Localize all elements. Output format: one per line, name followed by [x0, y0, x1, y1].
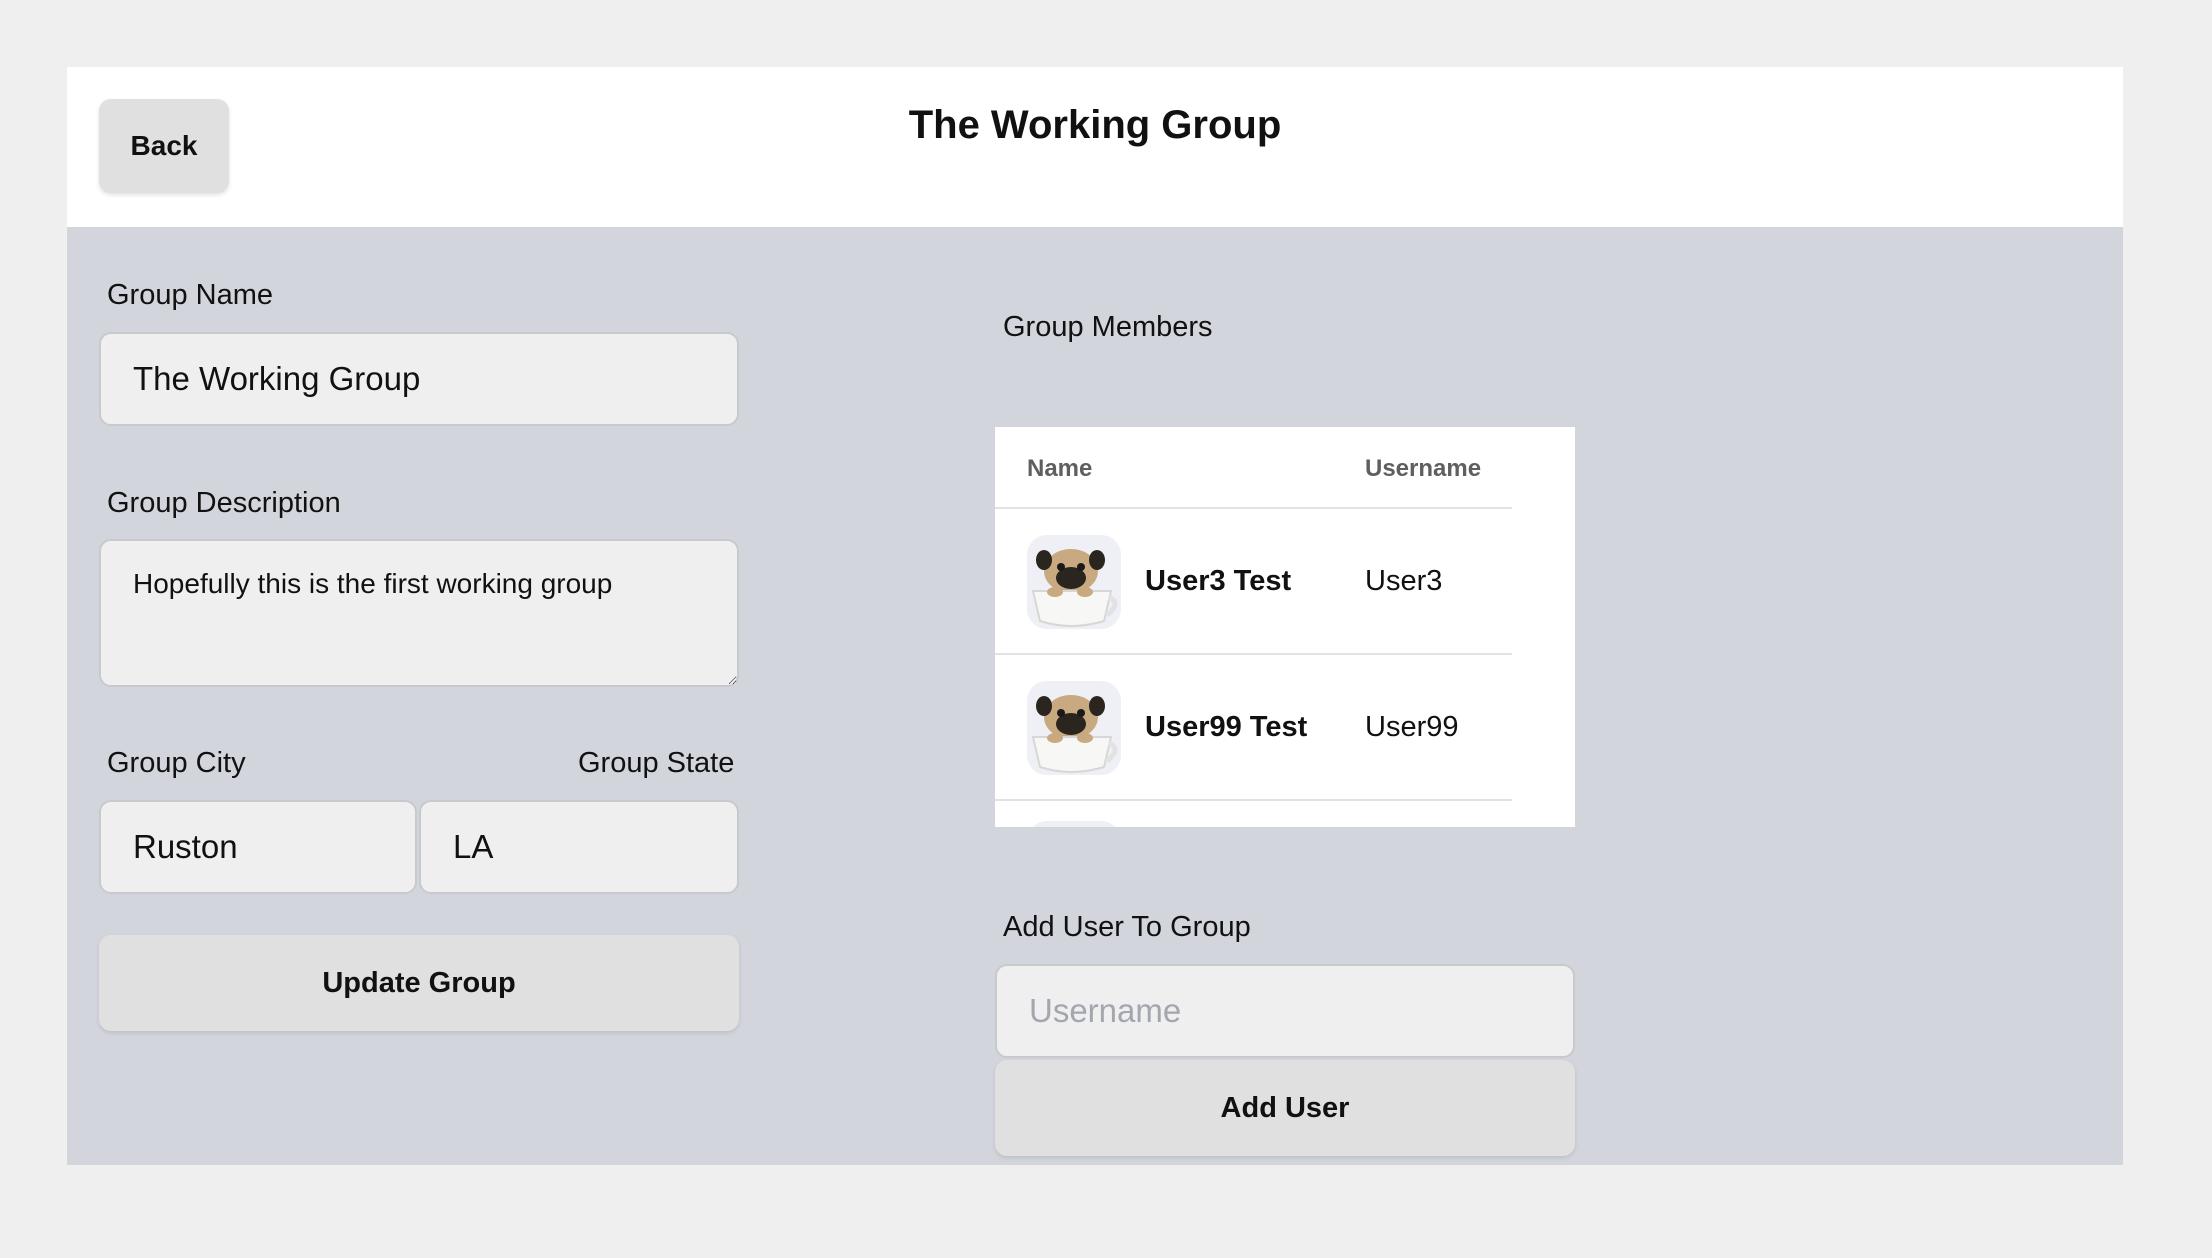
- group-city-label: Group City: [107, 747, 246, 779]
- group-name-input[interactable]: [99, 332, 739, 426]
- add-username-input[interactable]: [995, 964, 1575, 1058]
- table-row[interactable]: User3 Test User3: [995, 509, 1512, 655]
- group-city-input[interactable]: [99, 800, 417, 894]
- avatar: [1027, 681, 1121, 775]
- member-username: User3: [1365, 565, 1443, 597]
- group-members-panel[interactable]: Name Username User3 Test User3 User99 Te…: [995, 427, 1575, 827]
- table-row-partial[interactable]: [995, 801, 1512, 827]
- table-row[interactable]: User99 Test User99: [995, 655, 1512, 801]
- group-members-table: Name Username User3 Test User3 User99 Te…: [995, 427, 1512, 827]
- avatar: [1027, 821, 1121, 827]
- column-header-username: Username: [1365, 455, 1482, 482]
- member-name: User3 Test: [1145, 565, 1292, 597]
- pug-avatar-icon: [1027, 535, 1121, 629]
- update-group-button[interactable]: Update Group: [99, 935, 739, 1031]
- member-username: User99: [1365, 711, 1459, 743]
- page-title: The Working Group: [908, 103, 1282, 147]
- avatar: [1027, 535, 1121, 629]
- group-state-input[interactable]: [419, 800, 739, 894]
- page-header: Back The Working Group: [67, 67, 2123, 227]
- add-user-label: Add User To Group: [1003, 911, 1251, 943]
- member-name: User99 Test: [1145, 711, 1308, 743]
- column-header-name: Name: [1027, 455, 1093, 482]
- group-description-label: Group Description: [107, 487, 341, 519]
- pug-avatar-icon: [1027, 681, 1121, 775]
- group-name-label: Group Name: [107, 279, 274, 311]
- group-description-textarea[interactable]: Hopefully this is the first working grou…: [99, 539, 739, 687]
- group-edit-page: Back The Working Group Group Name Group …: [67, 67, 2123, 1165]
- group-members-label: Group Members: [1003, 311, 1213, 343]
- group-state-label: Group State: [578, 747, 735, 779]
- add-user-button[interactable]: Add User: [995, 1060, 1575, 1156]
- table-header-row: Name Username: [995, 427, 1512, 509]
